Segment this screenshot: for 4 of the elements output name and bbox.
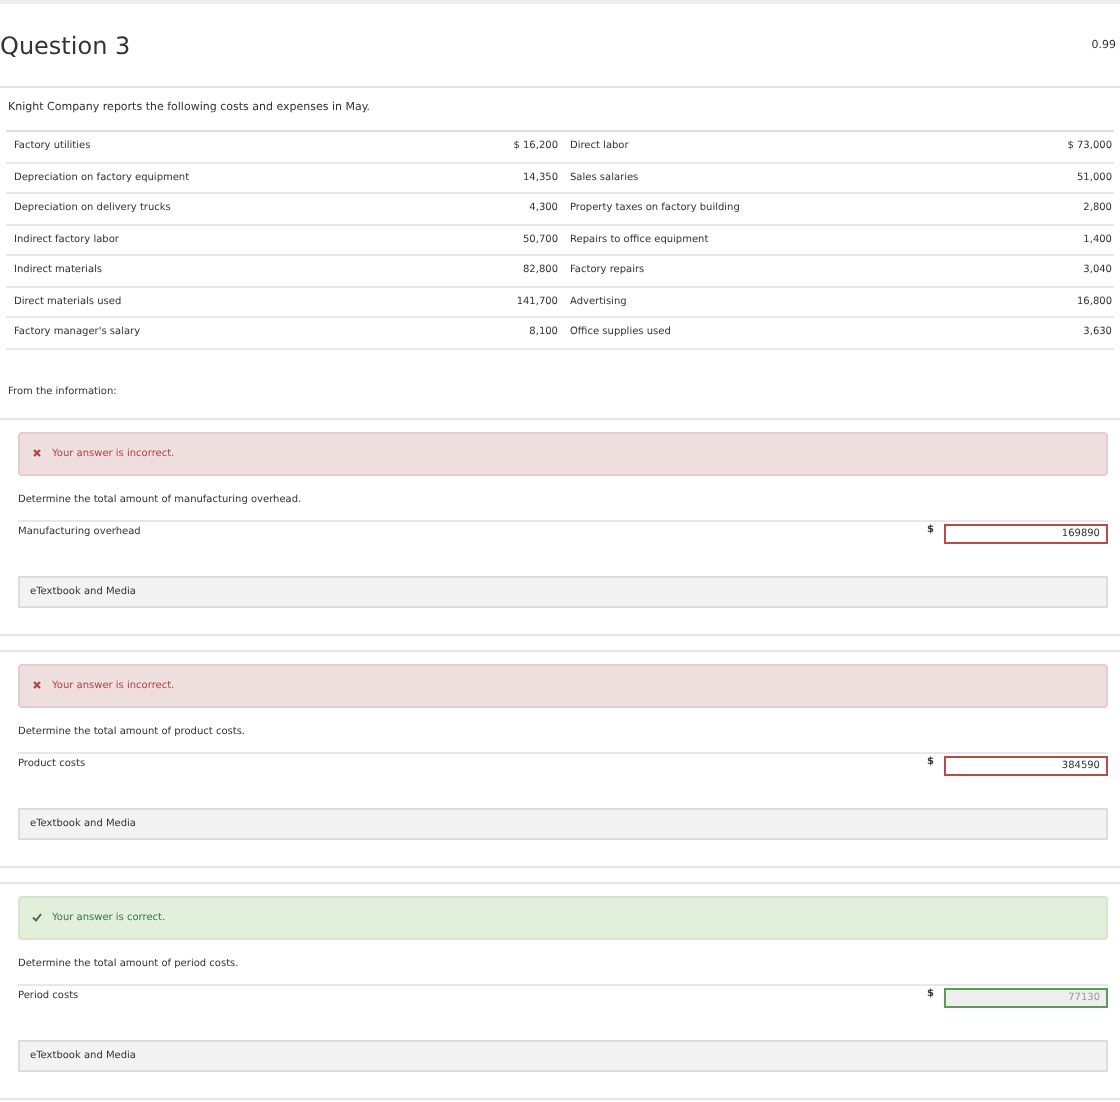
check-icon <box>32 912 42 922</box>
cross-icon <box>32 680 42 690</box>
question-title: Question 3 <box>0 31 131 59</box>
cross-icon <box>32 448 42 458</box>
